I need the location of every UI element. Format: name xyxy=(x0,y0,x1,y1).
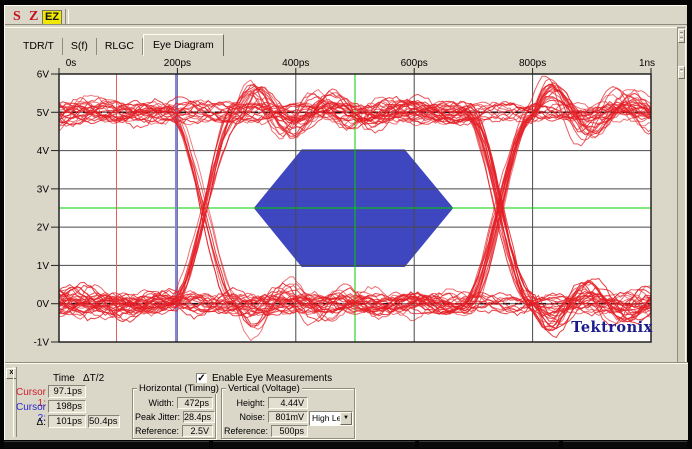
y-tick-label: 4V xyxy=(37,146,50,157)
x-tick-label: 0s xyxy=(66,58,77,69)
delta-half-field: 50.4ps xyxy=(88,415,120,428)
ez-logo-icon: EZ xyxy=(42,10,62,25)
timing-reference-label: Reference: xyxy=(135,426,182,436)
noise-level-dropdown[interactable]: High Level ▼ xyxy=(309,411,353,426)
x-tick-label: 800ps xyxy=(519,58,546,69)
delta-label: Δ: xyxy=(6,417,46,428)
tab-bar: TDR/T S(f) RLGC Eye Diagram xyxy=(15,34,224,55)
width-value-field: 472ps xyxy=(177,397,213,409)
column-header-time: Time xyxy=(53,373,75,384)
plot-content xyxy=(52,74,659,342)
status-bar-segment xyxy=(419,441,559,448)
x-tick-label: 400ps xyxy=(282,58,309,69)
y-tick-label: 1V xyxy=(37,261,50,272)
main-window: S Z EZ TDR/T S(f) RLGC Eye Diagram 0s 200… xyxy=(4,5,687,440)
tab-rlgc[interactable]: RLGC xyxy=(97,38,143,55)
peak-jitter-value-field: 28.4ps xyxy=(183,411,215,423)
noise-label: Noise: xyxy=(224,412,268,422)
tektronix-watermark: Tektronix xyxy=(571,319,653,336)
horizontal-timing-group: Horizontal (Timing) Width: 472ps Peak Ji… xyxy=(132,388,216,439)
x-tick-label: 600ps xyxy=(401,58,428,69)
y-tick-label: 5V xyxy=(37,108,50,119)
horizontal-timing-title: Horizontal (Timing) xyxy=(137,383,221,394)
z-logo-icon: Z xyxy=(29,10,38,24)
y-tick-label: -1V xyxy=(33,338,49,349)
status-bar-segment xyxy=(563,441,687,448)
vertical-slider[interactable] xyxy=(677,27,686,389)
cursor1-time-field[interactable]: 97.1ps xyxy=(48,385,86,398)
height-value-field: 4.44V xyxy=(268,397,308,409)
x-tick-label: 1ns xyxy=(639,58,655,69)
delta-time-field: 101ps xyxy=(48,415,86,428)
tab-sf[interactable]: S(f) xyxy=(63,38,97,55)
x-tick-label: 200ps xyxy=(164,58,191,69)
measurement-panel: x Time ΔT/2 Cursor 1: 97.1ps Cursor 2: 1… xyxy=(5,363,688,440)
status-bar-segment xyxy=(213,441,415,448)
vertical-voltage-group: Vertical (Voltage) Height: 4.44V Noise: … xyxy=(221,388,355,439)
vertical-voltage-title: Vertical (Voltage) xyxy=(226,383,302,394)
width-label: Width: xyxy=(135,398,177,408)
toolbar-separator xyxy=(65,9,69,25)
column-header-delta-t-2: ΔT/2 xyxy=(83,373,104,384)
y-tick-label: 2V xyxy=(37,223,50,234)
y-tick-label: 0V xyxy=(37,299,50,310)
voltage-reference-label: Reference: xyxy=(224,426,271,436)
title-strip-divider xyxy=(5,24,687,28)
eye-diagram-svg[interactable]: 0s 200ps 400ps 600ps 800ps 1ns 6V 5V 4V 3V 2V 1V 0V -… xyxy=(11,56,677,356)
height-label: Height: xyxy=(224,398,268,408)
dropdown-arrow-icon[interactable]: ▼ xyxy=(340,412,352,425)
voltage-reference-value-field[interactable]: 500ps xyxy=(271,425,308,437)
status-bar-segment xyxy=(4,441,209,448)
cursor2-time-field[interactable]: 198ps xyxy=(48,400,86,413)
application-window: S Z EZ TDR/T S(f) RLGC Eye Diagram 0s 200… xyxy=(0,0,692,449)
noise-value-field: 801mV xyxy=(268,411,308,423)
y-tick-label: 6V xyxy=(37,70,50,81)
slider-thumb-top[interactable] xyxy=(678,29,685,43)
slider-thumb[interactable] xyxy=(678,66,685,79)
tab-tdrt[interactable]: TDR/T xyxy=(15,38,63,55)
peak-jitter-label: Peak Jitter: xyxy=(135,412,183,422)
eye-diagram-plot[interactable]: 0s 200ps 400ps 600ps 800ps 1ns 6V 5V 4V 3V 2V 1V 0V -… xyxy=(11,56,677,359)
y-tick-label: 3V xyxy=(37,184,50,195)
tab-eye-diagram[interactable]: Eye Diagram xyxy=(143,34,224,57)
s-logo-icon: S xyxy=(13,10,21,24)
timing-reference-value-field[interactable]: 2.5V xyxy=(182,425,213,437)
